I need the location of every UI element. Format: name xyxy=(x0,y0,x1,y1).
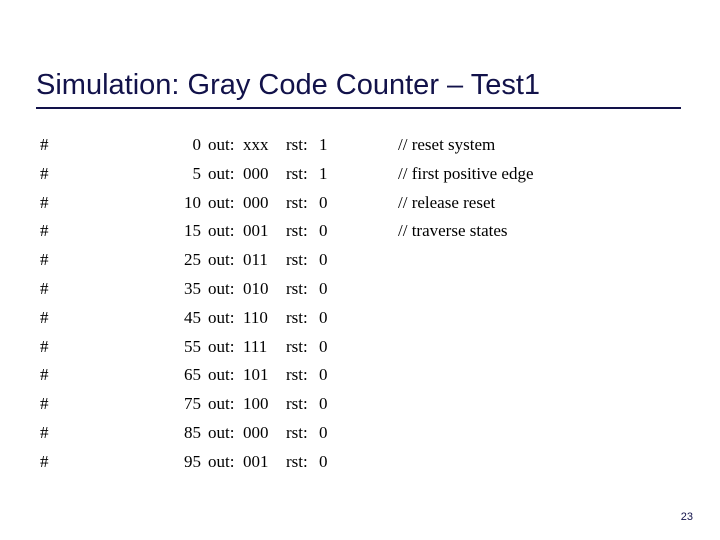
log-row-out-label: out: xyxy=(208,365,235,385)
log-row-out-value: 110 xyxy=(243,307,268,327)
log-row-comment: // reset system xyxy=(398,135,496,154)
log-row-rst-label: rst: xyxy=(286,163,308,183)
log-row-out-value: 000 xyxy=(243,163,269,183)
log-row-time: 95 xyxy=(184,451,201,471)
slide-title-block: Simulation: Gray Code Counter – Test1 xyxy=(36,66,684,109)
log-row-hash: # xyxy=(40,250,49,270)
log-row-out-value: 001 xyxy=(243,451,269,471)
log-row-rst-value: 0 xyxy=(319,221,328,241)
log-row-rst-label: rst: xyxy=(286,278,308,298)
log-row: #75 out: 100 rst: 0 xyxy=(36,390,686,419)
log-row-out-label: out: xyxy=(208,278,235,298)
log-row-rst-label: rst: xyxy=(286,394,308,414)
log-row: #25 out: 011 rst: 0 xyxy=(36,246,686,275)
log-row-out-label: out: xyxy=(208,135,235,154)
log-row-hash: # xyxy=(40,422,49,442)
log-row-time: 55 xyxy=(184,336,201,356)
log-row: #45 out: 110 rst: 0 xyxy=(36,304,686,333)
log-row: #55 out: 111 rst: 0 xyxy=(36,333,686,362)
log-row-rst-label: rst: xyxy=(286,135,308,154)
log-row-out-label: out: xyxy=(208,221,235,241)
log-row-hash: # xyxy=(40,336,49,356)
simulation-log-listing: #0 out: xxx rst: 1// reset system #5 out: 000 rs… xyxy=(36,131,686,477)
log-row-out-value: 000 xyxy=(243,422,269,442)
log-row-rst-label: rst: xyxy=(286,192,308,212)
log-row-hash: # xyxy=(40,307,49,327)
log-row-out-value: 111 xyxy=(243,336,268,356)
log-row-hash: # xyxy=(40,163,49,183)
log-row-out-value: 001 xyxy=(243,221,269,241)
log-row: #65 out: 101 rst: 0 xyxy=(36,361,686,390)
log-row-time: 75 xyxy=(184,394,201,414)
log-row-hash: # xyxy=(40,221,49,241)
log-row-out-value: 010 xyxy=(243,278,269,298)
log-row-time: 35 xyxy=(184,278,201,298)
title-underline-rule xyxy=(36,107,681,109)
log-row-rst-label: rst: xyxy=(286,422,308,442)
log-row-comment: // release reset xyxy=(398,192,496,212)
presentation-slide: Simulation: Gray Code Counter – Test1 #0… xyxy=(0,0,720,540)
log-row: #35 out: 010 rst: 0 xyxy=(36,275,686,304)
log-row-comment: // traverse states xyxy=(398,221,508,241)
log-row-out-label: out: xyxy=(208,250,235,270)
log-row: #15 out: 001 rst: 0 // traverse states xyxy=(36,217,686,246)
slide-page-number: 23 xyxy=(680,511,693,523)
log-row-rst-value: 1 xyxy=(319,135,328,154)
log-row-time: 85 xyxy=(184,422,201,442)
log-row-out-label: out: xyxy=(208,336,235,356)
log-row: #0 out: xxx rst: 1 // reset system xyxy=(36,131,686,160)
log-row-time: 0 xyxy=(192,135,202,154)
log-row-out-label: out: xyxy=(208,394,235,414)
log-row-comment: // first positive edge xyxy=(398,163,534,183)
log-row-rst-value: 0 xyxy=(319,336,328,356)
log-row-out-value: 011 xyxy=(243,250,268,270)
log-row-out-label: out: xyxy=(208,307,235,327)
log-row: #5 out: 000 rst: 1 // first positive edge xyxy=(36,160,686,189)
log-row-rst-value: 0 xyxy=(319,250,328,270)
log-row-rst-value: 0 xyxy=(319,192,328,212)
log-row-hash: # xyxy=(40,192,49,212)
log-row-time: 15 xyxy=(184,221,201,241)
log-row: #85 out: 000 rst: 0 xyxy=(36,419,686,448)
log-row-time: 10 xyxy=(184,192,201,212)
log-row-hash: # xyxy=(40,278,49,298)
log-row: #95 out: 001 rst: 0 xyxy=(36,448,686,477)
log-row-out-label: out: xyxy=(208,192,235,212)
log-row-out-value: 000 xyxy=(243,192,269,212)
log-row-rst-label: rst: xyxy=(286,451,308,471)
log-row-hash: # xyxy=(40,394,49,414)
log-row-out-value: 100 xyxy=(243,394,269,414)
log-row-out-value: xxx xyxy=(243,135,269,154)
log-row-rst-label: rst: xyxy=(286,221,308,241)
log-row-rst-value: 0 xyxy=(319,451,328,471)
page-title: Simulation: Gray Code Counter – Test1 xyxy=(36,69,541,101)
log-row-time: 25 xyxy=(184,250,201,270)
log-row-time: 45 xyxy=(184,307,201,327)
log-row-rst-value: 0 xyxy=(319,394,328,414)
log-row-rst-label: rst: xyxy=(286,336,308,356)
log-row-rst-value: 1 xyxy=(319,163,328,183)
log-row-out-label: out: xyxy=(208,422,235,442)
log-row: #10 out: 000 rst: 0 // release reset xyxy=(36,189,686,218)
log-row-rst-value: 0 xyxy=(319,278,328,298)
log-row-out-value: 101 xyxy=(243,365,269,385)
log-row-time: 65 xyxy=(184,365,201,385)
log-row-rst-value: 0 xyxy=(319,307,328,327)
log-row-hash: # xyxy=(40,135,49,154)
log-row-time: 5 xyxy=(192,163,202,183)
log-row-rst-value: 0 xyxy=(319,365,328,385)
log-row-hash: # xyxy=(40,365,49,385)
log-row-rst-label: rst: xyxy=(286,307,308,327)
log-row-rst-label: rst: xyxy=(286,365,308,385)
log-row-out-label: out: xyxy=(208,451,235,471)
log-row-hash: # xyxy=(40,451,49,471)
log-row-out-label: out: xyxy=(208,163,235,183)
log-row-rst-value: 0 xyxy=(319,422,328,442)
log-row-rst-label: rst: xyxy=(286,250,308,270)
